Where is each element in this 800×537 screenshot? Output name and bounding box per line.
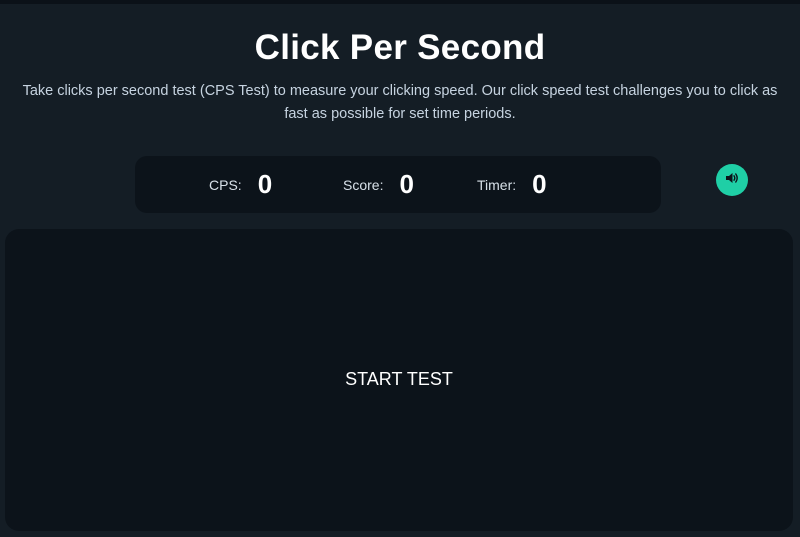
speaker-icon — [725, 171, 739, 189]
score-stat: Score: 0 — [343, 156, 414, 213]
cps-value: 0 — [257, 169, 273, 199]
page-title: Click Per Second — [254, 28, 546, 67]
score-label: Score: — [343, 176, 384, 193]
top-bar — [0, 0, 800, 4]
timer-value: 0 — [532, 169, 547, 199]
timer-stat: Timer: 0 — [477, 156, 547, 213]
stats-panel: CPS: 0 Score: 0 Timer: 0 — [135, 156, 661, 213]
start-test-label: START TEST — [345, 369, 453, 389]
score-value: 0 — [399, 169, 414, 199]
sound-toggle-button[interactable] — [716, 164, 748, 196]
cps-label: CPS: — [209, 176, 242, 193]
click-test-area[interactable]: START TEST — [5, 229, 793, 531]
cps-stat: CPS: 0 — [209, 156, 272, 213]
page-description: Take clicks per second test (CPS Test) t… — [22, 83, 778, 122]
timer-label: Timer: — [477, 176, 517, 193]
